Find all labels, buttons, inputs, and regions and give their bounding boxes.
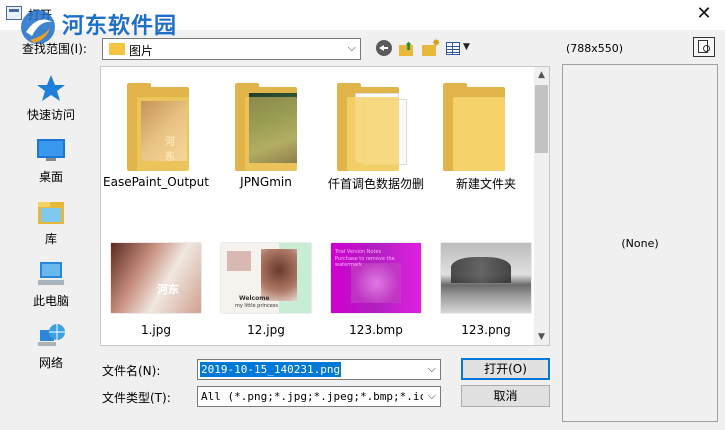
filetype-select[interactable]: All (*.png;*.jpg;*.jpeg;*.bmp;*.ico;* ⌵	[197, 386, 441, 407]
list-item[interactable]: 123.png	[431, 243, 541, 345]
chevron-down-icon[interactable]: ⌵	[428, 362, 436, 376]
star-icon	[37, 75, 65, 101]
place-quick-access[interactable]: 快速访问	[12, 66, 90, 124]
sparkle-icon: ✸	[432, 38, 441, 49]
look-in-value: 图片	[129, 44, 154, 58]
list-item[interactable]: 河东 1.jpg	[101, 243, 211, 345]
file-name: JPNGmin	[240, 175, 292, 189]
view-grid-icon	[446, 42, 460, 55]
file-name: 123.bmp	[349, 323, 403, 337]
file-list[interactable]: 河东 EasePaint_Output JPNGmin 仟首调色数据勿删 新建文…	[100, 66, 550, 346]
file-name: EasePaint_Output	[103, 175, 209, 189]
up-folder-button[interactable]: ⬆	[398, 40, 416, 58]
preview-toggle-button[interactable]	[693, 37, 715, 57]
image-thumbnail: Trial Version Notes Purchase to remove t…	[331, 243, 421, 313]
list-item[interactable]: 仟首调色数据勿删	[321, 67, 431, 197]
desktop-icon	[37, 139, 65, 161]
view-menu-button[interactable]: ▼	[446, 40, 472, 58]
file-name: 1.jpg	[140, 323, 172, 337]
magnifier-icon	[703, 45, 710, 52]
look-in-label: 查找范围(I):	[22, 42, 87, 56]
back-button[interactable]	[376, 40, 392, 56]
open-button[interactable]: 打开(O)	[461, 358, 550, 380]
preview-pane: (None)	[562, 64, 718, 422]
list-item[interactable]: JPNGmin	[211, 67, 321, 197]
network-icon	[38, 324, 65, 346]
places-bar: 快速访问 桌面 库 此电脑 网络	[12, 64, 90, 374]
place-library[interactable]: 库	[12, 190, 90, 248]
file-name: 12.jpg	[247, 323, 285, 337]
vertical-scrollbar[interactable]: ▲ ▼	[534, 67, 549, 345]
preview-none-text: (None)	[621, 237, 659, 250]
image-thumbnail: Welcome my little princess	[221, 243, 311, 313]
chevron-down-icon: ⌵	[347, 41, 356, 54]
scroll-down-icon[interactable]: ▼	[534, 329, 549, 345]
list-item[interactable]: Trial Version Notes Purchase to remove t…	[321, 243, 431, 345]
scroll-thumb[interactable]	[535, 85, 548, 153]
app-icon	[6, 6, 22, 20]
preview-dimensions: (788x550)	[566, 42, 624, 55]
file-name: 新建文件夹	[455, 177, 516, 191]
look-in-combo[interactable]: 图片 ⌵	[102, 38, 361, 60]
list-item[interactable]: 新建文件夹	[431, 67, 541, 197]
list-item[interactable]: Welcome my little princess 12.jpg	[211, 243, 321, 345]
cancel-button[interactable]: 取消	[461, 385, 550, 407]
filename-field[interactable]: 2019-10-15_140231.png ⌵	[197, 359, 441, 380]
place-network[interactable]: 网络	[12, 314, 90, 372]
image-thumbnail: 河东	[111, 243, 201, 313]
filetype-value: All (*.png;*.jpg;*.jpeg;*.bmp;*.ico;*	[201, 390, 423, 403]
place-desktop[interactable]: 桌面	[12, 128, 90, 186]
dropdown-arrow-icon: ▼	[463, 42, 470, 52]
new-folder-button[interactable]: ✸	[422, 38, 441, 58]
list-item[interactable]: 河东 EasePaint_Output	[101, 67, 211, 197]
filename-label: 文件名(N):	[102, 364, 161, 378]
file-name: 仟首调色数据勿删	[327, 177, 424, 191]
place-this-pc[interactable]: 此电脑	[12, 252, 90, 310]
up-arrow-icon: ⬆	[404, 40, 414, 53]
title-bar: 打开 ✕	[0, 0, 725, 30]
computer-icon	[38, 262, 64, 285]
chevron-down-icon[interactable]: ⌵	[428, 389, 436, 403]
close-icon[interactable]: ✕	[693, 2, 715, 26]
library-icon	[38, 202, 64, 224]
image-thumbnail	[441, 243, 531, 313]
filename-value[interactable]: 2019-10-15_140231.png	[200, 362, 342, 377]
filetype-label: 文件类型(T):	[102, 391, 171, 405]
folder-icon	[109, 43, 125, 55]
window-title: 打开	[28, 8, 53, 22]
scroll-up-icon[interactable]: ▲	[534, 67, 549, 83]
file-name: 123.png	[461, 323, 511, 337]
